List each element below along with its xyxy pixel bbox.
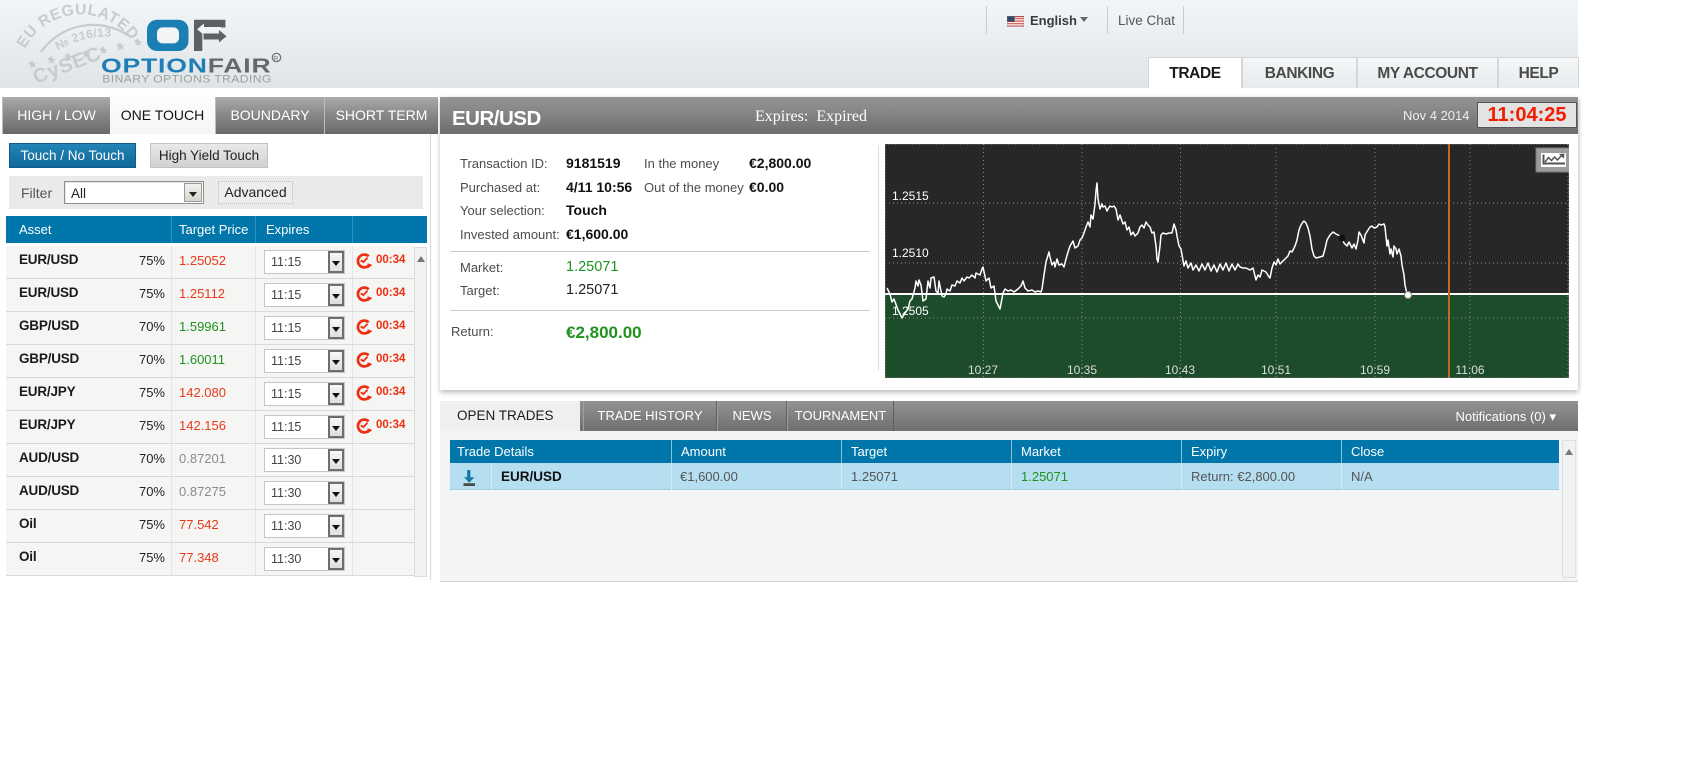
svg-text:10:27: 10:27 (968, 363, 998, 377)
svg-text:1.2505: 1.2505 (892, 304, 929, 318)
svg-text:R: R (274, 55, 279, 62)
svg-text:10:43: 10:43 (1165, 363, 1195, 377)
svg-text:1.2515: 1.2515 (892, 189, 929, 203)
svg-text:10:35: 10:35 (1067, 363, 1097, 377)
svg-text:10:59: 10:59 (1360, 363, 1390, 377)
svg-text:BINARY OPTIONS TRADING: BINARY OPTIONS TRADING (102, 74, 271, 85)
svg-text:CySEC: CySEC (30, 42, 105, 88)
svg-text:10:51: 10:51 (1261, 363, 1291, 377)
svg-text:11:06: 11:06 (1455, 363, 1484, 377)
svg-text:1.2510: 1.2510 (892, 246, 929, 260)
